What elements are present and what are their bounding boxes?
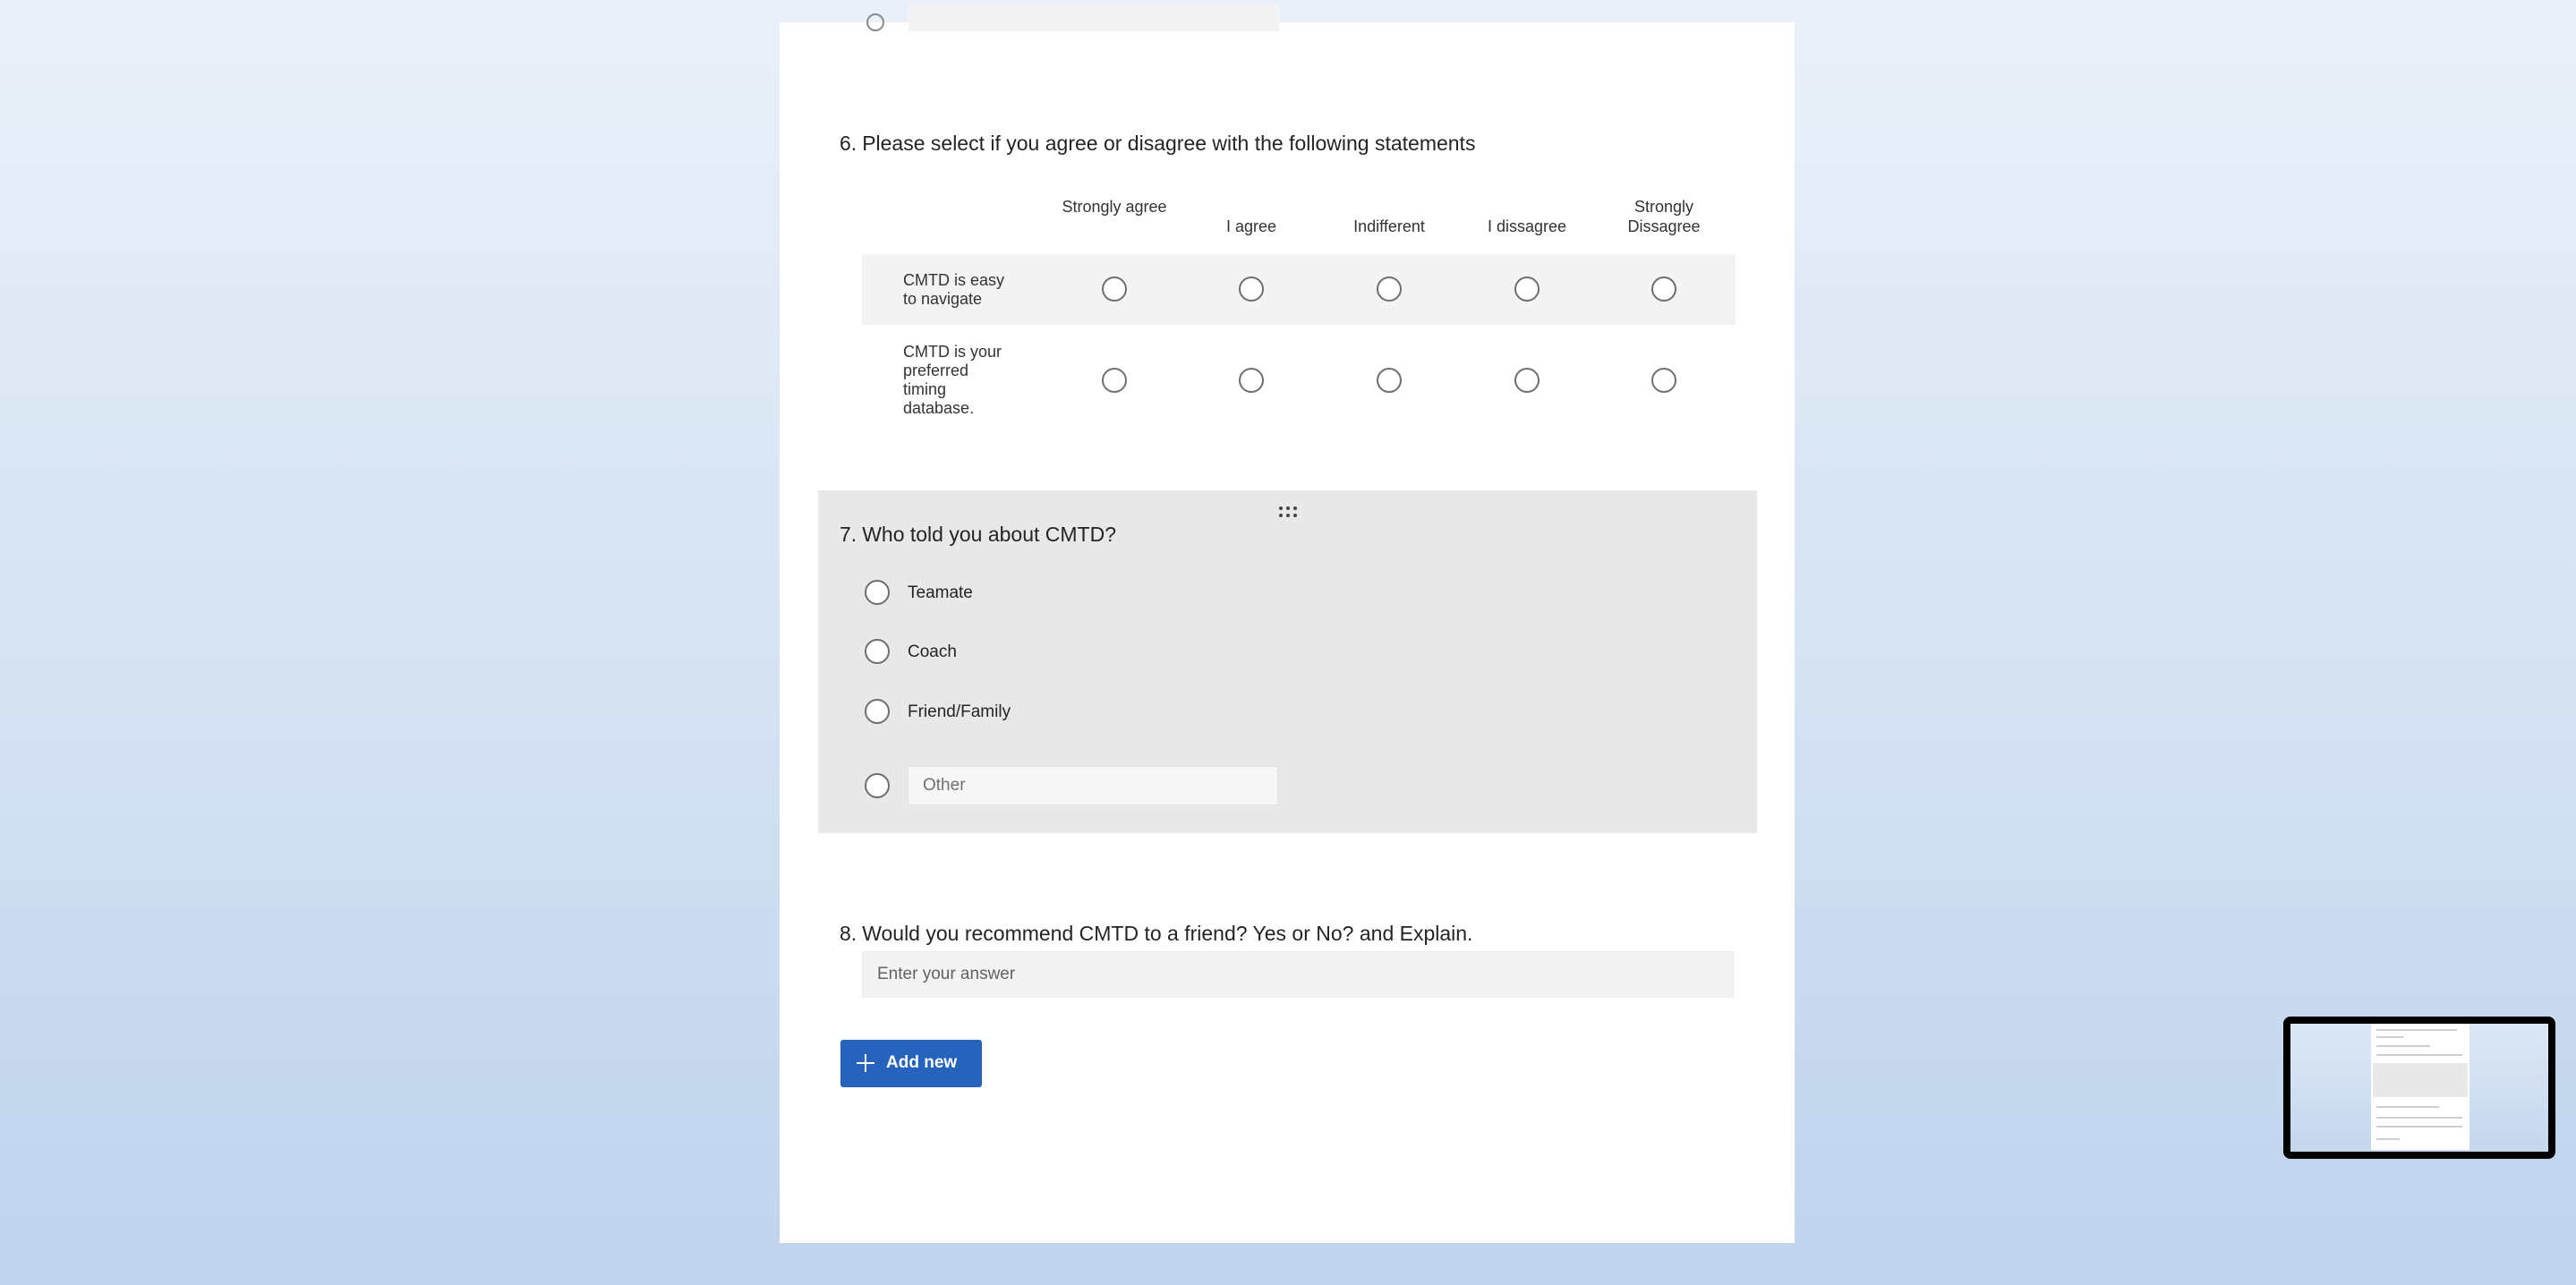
likert-row-2-statement: CMTD is your preferred timing database. — [903, 343, 1002, 417]
row-1-strongly-agree-radio[interactable] — [1102, 277, 1127, 302]
likert-row-1-statement: CMTD is easy to navigate — [903, 271, 1005, 308]
previous-question-radio[interactable] — [866, 13, 884, 31]
option-friend-family-radio[interactable] — [865, 699, 890, 724]
add-new-label: Add new — [886, 1053, 958, 1072]
question-7-title: 7. Who told you about CMTD? — [840, 523, 1116, 547]
row-2-agree-radio[interactable] — [1239, 368, 1264, 393]
row-1-indifferent-radio[interactable] — [1377, 277, 1402, 302]
option-teamate-radio[interactable] — [865, 580, 890, 605]
question-8-title: 8. Would you recommend CMTD to a friend? … — [840, 922, 1472, 946]
answer-input[interactable]: Enter your answer — [862, 951, 1734, 998]
column-disagree: I dissagree — [1487, 217, 1567, 235]
thumbnail-page — [2371, 1024, 2469, 1150]
other-input[interactable]: Other — [908, 766, 1278, 805]
plus-icon — [857, 1054, 874, 1072]
option-friend-family-label[interactable]: Friend/Family — [908, 702, 1011, 722]
row-2-strongly-disagree-radio[interactable] — [1651, 368, 1676, 393]
row-2-indifferent-radio[interactable] — [1377, 368, 1402, 393]
likert-row-1: CMTD is easy to navigate — [862, 254, 1736, 325]
likert-row-2: CMTD is your preferred timing database. — [862, 325, 1736, 437]
thumbnail-screen — [2290, 1024, 2548, 1152]
option-other-radio[interactable] — [865, 773, 890, 798]
row-1-strongly-disagree-radio[interactable] — [1651, 277, 1676, 302]
column-indifferent: Indifferent — [1353, 217, 1425, 235]
question-6-text: Please select if you agree or disagree w… — [862, 132, 1476, 155]
option-coach-radio[interactable] — [865, 639, 890, 664]
column-strongly-disagree: Strongly Dissagree — [1627, 198, 1701, 235]
form-page: 6. Please select if you agree or disagree… — [780, 4, 1795, 1243]
row-2-strongly-agree-radio[interactable] — [1102, 368, 1127, 393]
previous-question-other-input[interactable] — [908, 4, 1279, 31]
question-7-text: Who told you about CMTD? — [862, 523, 1116, 546]
add-new-button[interactable]: Add new — [840, 1040, 982, 1087]
question-7-section[interactable]: 7. Who told you about CMTD? Teamate Coach… — [818, 490, 1757, 833]
column-agree: I agree — [1225, 217, 1277, 235]
question-8-number: 8. — [840, 922, 857, 945]
row-2-disagree-radio[interactable] — [1514, 368, 1540, 393]
row-1-disagree-radio[interactable] — [1514, 277, 1540, 302]
option-coach-label[interactable]: Coach — [908, 642, 957, 662]
drag-handle-icon[interactable] — [1279, 506, 1301, 519]
question-6-number: 6. — [840, 132, 857, 155]
question-7-number: 7. — [840, 523, 857, 546]
question-6-title: 6. Please select if you agree or disagree… — [840, 132, 1475, 156]
question-8-text: Would you recommend CMTD to a friend? Ye… — [862, 922, 1473, 945]
column-strongly-agree: Strongly agree — [1062, 198, 1167, 216]
page-thumbnail-preview[interactable] — [2283, 1017, 2555, 1159]
row-1-agree-radio[interactable] — [1239, 277, 1264, 302]
option-teamate-label[interactable]: Teamate — [908, 583, 973, 603]
